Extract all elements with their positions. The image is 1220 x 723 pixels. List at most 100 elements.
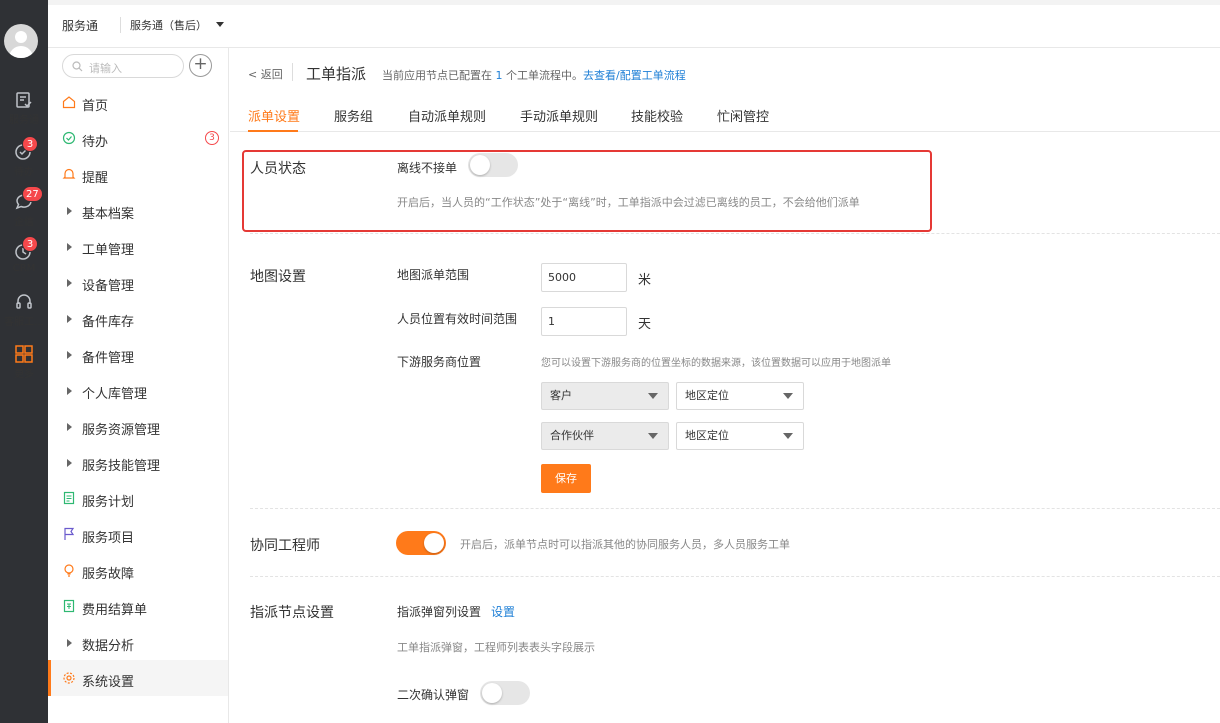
sidebar-item-label: 服务资源管理 <box>82 423 161 438</box>
rail-label: 服务通 <box>9 115 39 126</box>
search-placeholder: 请输入 <box>89 62 122 75</box>
sidebar-item-system-settings[interactable]: 系统设置 <box>48 660 228 696</box>
search-input[interactable]: 请输入 <box>62 54 184 78</box>
map-range-label: 地图派单范围 <box>397 268 470 282</box>
map-range-input[interactable]: 5000 <box>541 263 627 292</box>
position-source-select-partner[interactable]: 地区定位 <box>676 422 804 450</box>
todo-count-badge: 3 <box>205 131 219 145</box>
sidebar-item-label: 费用结算单 <box>82 603 148 618</box>
position-type-select-customer[interactable]: 客户 <box>541 382 669 410</box>
popup-columns-label: 指派弹窗列设置 <box>397 605 482 619</box>
home-icon <box>62 96 76 109</box>
sidebar-item-settlement[interactable]: 费用结算单 <box>48 588 228 624</box>
sidebar-item-service-skill[interactable]: 服务技能管理 <box>48 444 228 480</box>
toggle-knob <box>482 683 502 703</box>
sidebar-item-label: 服务项目 <box>82 531 135 546</box>
sidebar-item-personal-stock[interactable]: 个人库管理 <box>48 372 228 408</box>
divider <box>120 17 121 33</box>
offline-hint: 开启后，当人员的“工作状态”处于“离线”时，工单指派中会过滤已离线的员工，不会给… <box>397 196 860 209</box>
crm-badge: 3 <box>22 236 38 252</box>
sidebar-item-home[interactable]: 首页 <box>48 84 228 120</box>
position-type-select-partner[interactable]: 合作伙伴 <box>541 422 669 450</box>
app-selector[interactable]: 服务通（售后） <box>130 17 207 33</box>
position-time-input[interactable]: 1 <box>541 307 627 336</box>
sidebar-item-service-project[interactable]: 服务项目 <box>48 516 228 552</box>
sidebar-item-reminder[interactable]: 提醒 <box>48 156 228 192</box>
tab-manual-dispatch-rules[interactable]: 手动派单规则 <box>520 106 598 125</box>
expand-triangle-icon <box>67 387 72 395</box>
second-confirm-label: 二次确认弹窗 <box>397 688 470 702</box>
sidebar-item-label: 提醒 <box>82 171 109 186</box>
search-icon <box>72 61 83 72</box>
sidebar-item-label: 工单管理 <box>82 243 135 258</box>
staff-status-title: 人员状态 <box>250 161 306 177</box>
downstream-position-label: 下游服务商位置 <box>397 355 482 369</box>
clipboard-icon <box>16 92 32 108</box>
expand-triangle-icon <box>67 315 72 323</box>
sidebar-item-label: 服务故障 <box>82 567 135 582</box>
sidebar-item-label: 服务计划 <box>82 495 135 510</box>
tab-service-group[interactable]: 服务组 <box>334 106 373 125</box>
assign-node-title: 指派节点设置 <box>250 605 334 621</box>
tab-bar: 派单设置 服务组 自动派单规则 手动派单规则 技能校验 忙闲管控 <box>230 96 1220 132</box>
sidebar-item-data-analysis[interactable]: 数据分析 <box>48 624 228 660</box>
rail-label: 更多 <box>14 369 34 380</box>
section-divider <box>250 508 1220 509</box>
sidebar-item-service-resource[interactable]: 服务资源管理 <box>48 408 228 444</box>
bulb-icon <box>64 564 74 577</box>
sidebar-item-label: 备件管理 <box>82 351 135 366</box>
main-content: < 返回 工单指派 当前应用节点已配置在 1 个工单流程中。去查看/配置工单流程… <box>230 48 1220 723</box>
tab-skill-check[interactable]: 技能校验 <box>631 106 683 125</box>
page-description: 当前应用节点已配置在 1 个工单流程中。去查看/配置工单流程 <box>382 67 686 83</box>
coop-engineer-toggle[interactable] <box>396 531 446 555</box>
sidebar-item-spare-stock[interactable]: 备件库存 <box>48 300 228 336</box>
select-value: 地区定位 <box>685 429 729 442</box>
rail-item-chat[interactable]: 27 企信 <box>0 186 48 228</box>
tab-auto-dispatch-rules[interactable]: 自动派单规则 <box>408 106 486 125</box>
select-value: 客户 <box>550 389 572 402</box>
rail-item-more[interactable]: 更多 <box>0 344 48 380</box>
sidebar-item-todo[interactable]: 待办 3 <box>48 120 228 156</box>
tab-dispatch-settings[interactable]: 派单设置 <box>248 106 300 125</box>
sidebar-item-label: 服务技能管理 <box>82 459 161 474</box>
avatar[interactable] <box>4 24 38 58</box>
popup-columns-hint: 工单指派弹窗，工程师列表表头字段展示 <box>397 641 595 654</box>
active-tab-indicator <box>248 130 298 132</box>
sidebar-item-basic-archive[interactable]: 基本档案 <box>48 192 228 228</box>
second-confirm-toggle[interactable] <box>480 681 530 705</box>
sidebar-item-label: 系统设置 <box>82 675 135 690</box>
position-source-select-customer[interactable]: 地区定位 <box>676 382 804 410</box>
configure-flow-link[interactable]: 去查看/配置工单流程 <box>583 69 686 82</box>
rail-label: 企信 <box>14 217 34 228</box>
popup-columns-setting-link[interactable]: 设置 <box>491 603 515 620</box>
app-name[interactable]: 服务通 <box>62 17 98 34</box>
sidebar-item-spare-manage[interactable]: 备件管理 <box>48 336 228 372</box>
select-value: 地区定位 <box>685 389 729 402</box>
chat-badge: 27 <box>22 186 43 202</box>
select-value: 合作伙伴 <box>550 429 594 442</box>
toggle-knob <box>470 155 490 175</box>
sidebar: 请输入 + 首页 待办 3 提醒 基本档案 工单管理 设备管理 备件库存 备件管… <box>48 48 229 723</box>
sidebar-item-device[interactable]: 设备管理 <box>48 264 228 300</box>
sidebar-item-work-order[interactable]: 工单管理 <box>48 228 228 264</box>
top-bar: 服务通 服务通（售后） <box>48 0 1220 48</box>
rail-item-customer-service[interactable]: 客服工... <box>0 292 48 328</box>
desc-prefix: 当前应用节点已配置在 <box>382 69 492 82</box>
add-button[interactable]: + <box>189 54 212 77</box>
offline-no-dispatch-label: 离线不接单 <box>397 161 458 175</box>
highlight-frame <box>242 150 932 232</box>
rail-item-crm[interactable]: 3 CRM <box>0 236 48 274</box>
offline-no-dispatch-toggle[interactable] <box>468 153 518 177</box>
sidebar-item-service-fault[interactable]: 服务故障 <box>48 552 228 588</box>
save-button[interactable]: 保存 <box>541 464 591 493</box>
back-link[interactable]: < 返回 <box>248 66 283 82</box>
receipt-icon <box>63 599 75 613</box>
rail-label: CRM <box>12 263 36 274</box>
headset-icon <box>16 294 32 309</box>
gear-icon <box>63 672 75 684</box>
sidebar-item-service-plan[interactable]: 服务计划 <box>48 480 228 516</box>
chevron-down-icon[interactable] <box>216 22 224 27</box>
rail-item-service[interactable]: 服务通 <box>0 90 48 126</box>
rail-item-todo[interactable]: 3 待办 <box>0 136 48 178</box>
tab-busy-control[interactable]: 忙闲管控 <box>717 106 769 125</box>
